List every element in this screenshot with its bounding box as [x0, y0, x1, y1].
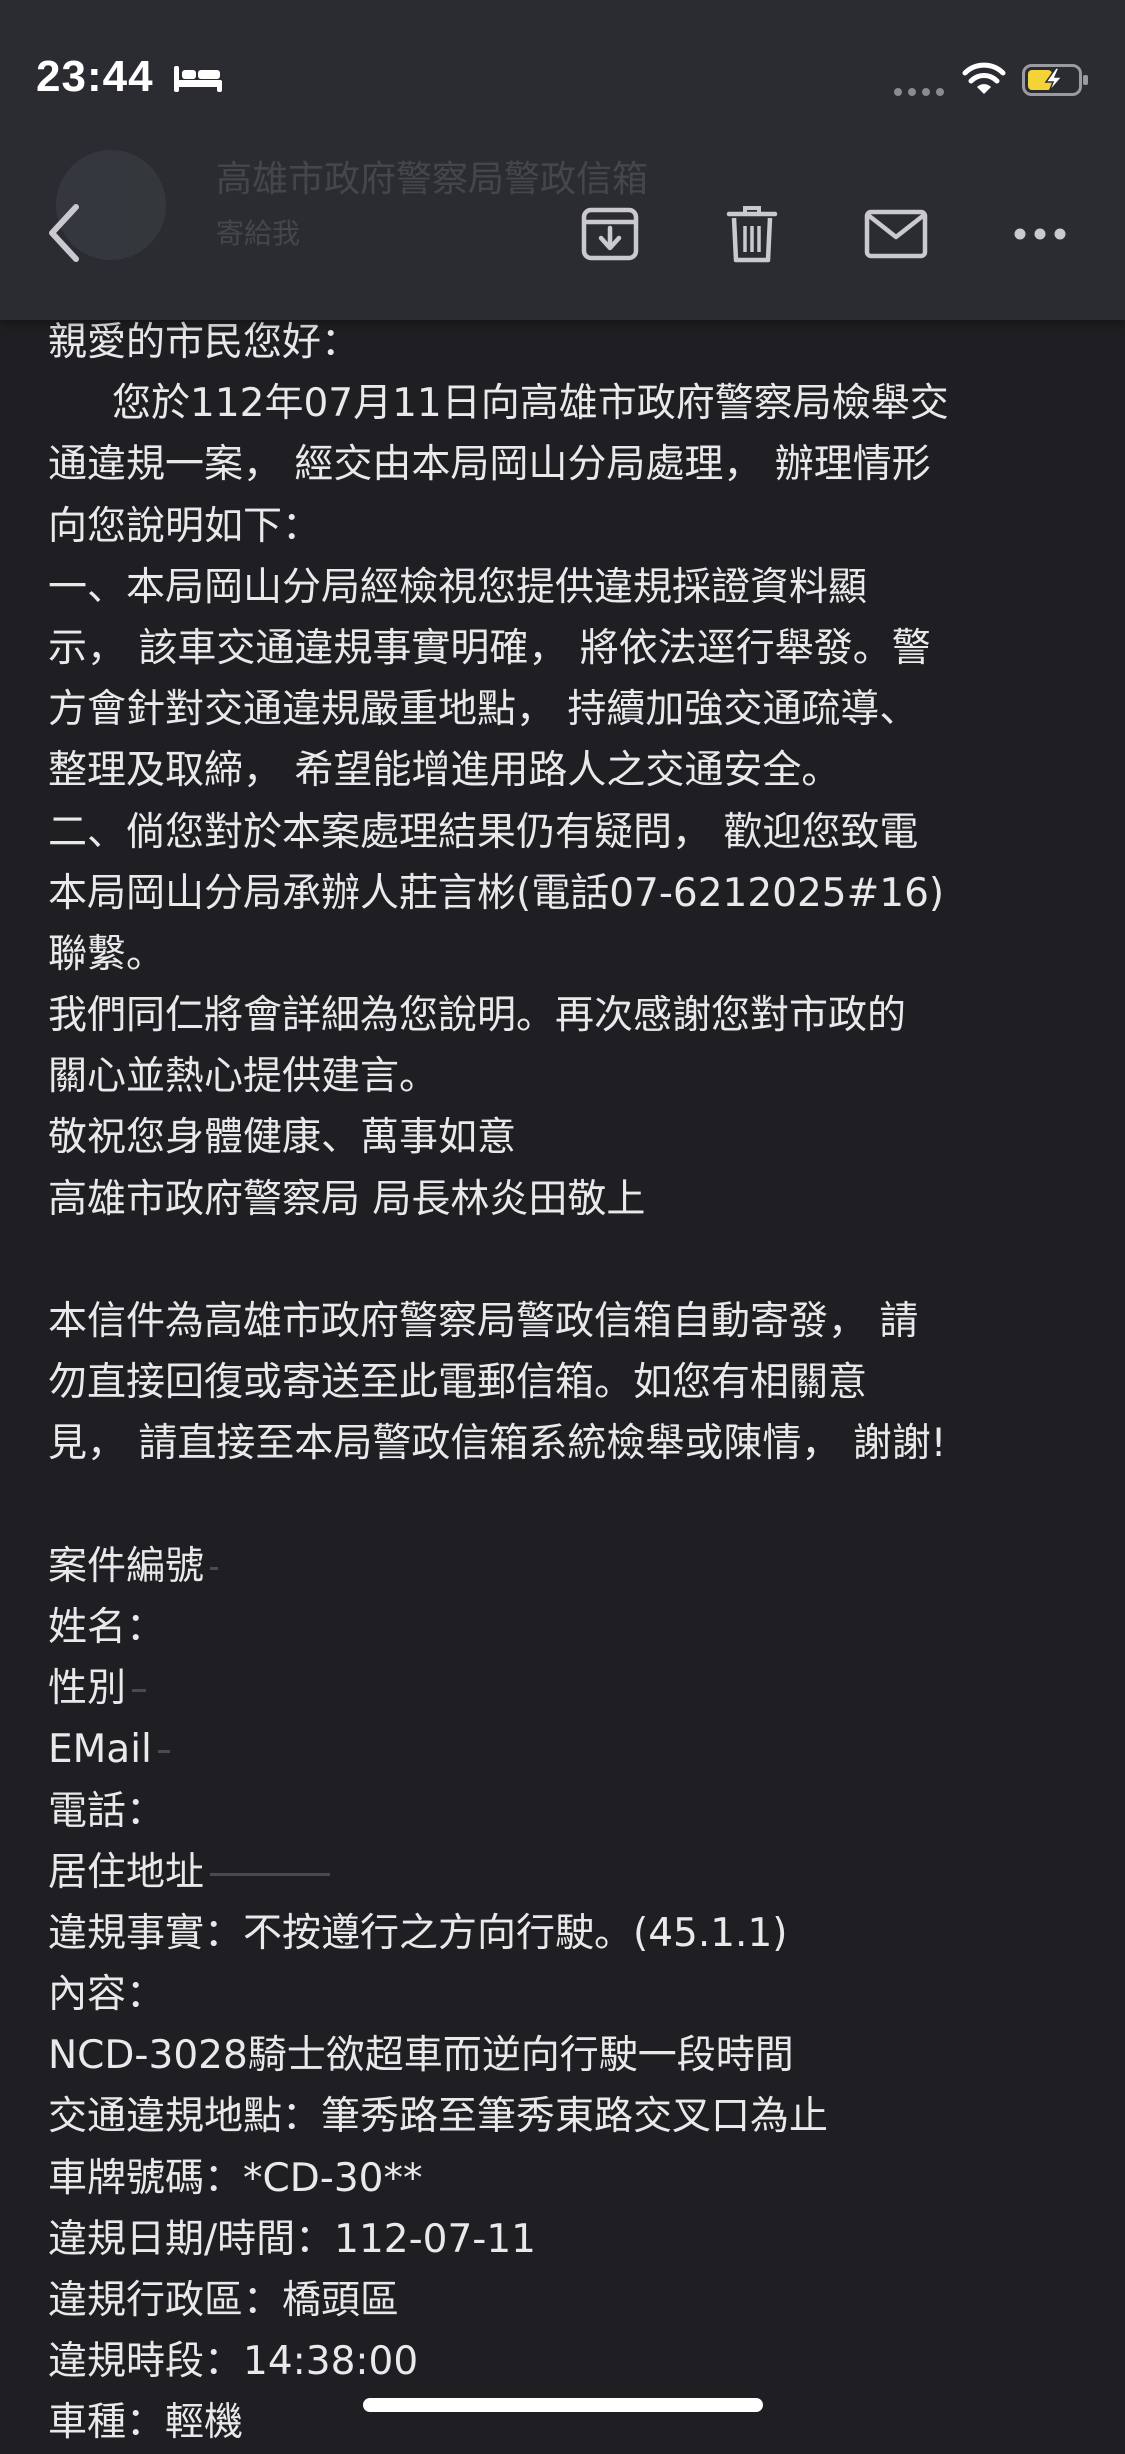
body-line: 整理及取締， 希望能增進用路人之交通安全。 [48, 748, 841, 794]
field-row-address: 居住地址 [48, 1842, 1088, 1903]
field-row-phone: 電話： [48, 1781, 1088, 1842]
sender-name: 高雄市政府警察局警政信箱 [216, 159, 649, 200]
signature: 高雄市政府警察局 局長林炎田敬上 [48, 1176, 646, 1222]
email-body: 親愛的市民您好： 您於112年07月11日向高雄市政府警察局檢舉交 通違規一案，… [48, 312, 1088, 2454]
status-bar: 23:44 [0, 0, 1125, 150]
redacted-value [157, 1750, 170, 1754]
body-line: 您於112年07月11日向高雄市政府警察局檢舉交 [112, 381, 949, 427]
body-line: 方會針對交通違規嚴重地點， 持續加強交通疏導、 [48, 687, 919, 733]
back-button[interactable] [34, 198, 94, 268]
recipient-line: 寄給我 [216, 217, 301, 250]
email-toolbar: 高雄市政府警察局警政信箱 寄給我 [0, 150, 1125, 320]
trash-icon [726, 206, 778, 263]
field-row-email: EMail [48, 1719, 1088, 1780]
redacted-value [132, 1689, 147, 1693]
greeting: 親愛的市民您好： [48, 320, 361, 365]
body-line: 聯繫。 [48, 931, 166, 977]
detail-line: 違規行政區：橋頭區 [48, 2278, 400, 2323]
more-button[interactable] [1008, 202, 1072, 266]
body-line: 關心並熱心提供建言。 [48, 1054, 439, 1100]
archive-icon [581, 207, 639, 261]
redacted-value [210, 1872, 331, 1876]
body-line: 本局岡山分局承辦人莊言彬(電話07-6212025#16) [48, 870, 945, 916]
notice-line: 本信件為高雄市政府警察局警政信箱自動寄發， 請 [48, 1299, 919, 1344]
field-label-phone: 電話： [48, 1788, 166, 1834]
detail-line: 違規日期/時間：112-07-11 [48, 2216, 536, 2262]
detail-line: 內容： [48, 1972, 166, 2018]
field-label-gender: 性別 [48, 1666, 127, 1712]
notice-line: 勿直接回復或寄送至此電郵信箱。如您有相關意 [48, 1360, 868, 1406]
body-line: 我們同仁將會詳細為您說明。再次感謝您對市政的 [48, 993, 907, 1039]
delete-button[interactable] [720, 202, 784, 266]
mail-icon [864, 209, 928, 259]
body-line: 二、倘您對於本案處理結果仍有疑問， 歡迎您致電 [48, 809, 919, 855]
field-label-name: 姓名： [48, 1604, 166, 1650]
field-label-case-number: 案件編號 [48, 1543, 205, 1589]
wifi-icon [962, 62, 1006, 94]
body-line: 示， 該車交通違規事實明確， 將依法逕行舉發。警 [48, 625, 931, 671]
bed-icon [174, 66, 222, 92]
field-row-gender: 性別 [48, 1658, 1088, 1719]
battery-charging-icon [1022, 64, 1088, 96]
field-label-email: EMail [48, 1727, 152, 1773]
detail-line: 違規時段：14:38:00 [48, 2339, 419, 2385]
field-label-address: 居住地址 [48, 1849, 205, 1895]
notice-line: 見， 請直接至本局警政信箱系統檢舉或陳情， 謝謝! [48, 1421, 947, 1467]
more-dots-icon [1014, 228, 1066, 240]
detail-line: NCD-3028騎士欲超車而逆向行駛一段時間 [48, 2033, 794, 2079]
field-row-case-number: 案件編號 [48, 1536, 1088, 1597]
status-time: 23:44 [36, 52, 154, 101]
detail-line: 違規事實：不按遵行之方向行駛。(45.1.1) [48, 1910, 788, 1956]
detail-line: 車牌號碼：*CD-30** [48, 2155, 423, 2201]
signal-icon [894, 88, 944, 96]
back-chevron-icon [49, 204, 79, 262]
field-row-name: 姓名： [48, 1597, 1088, 1658]
body-line: 敬祝您身體健康、萬事如意 [48, 1115, 517, 1161]
body-line: 通違規一案， 經交由本局岡山分局處理， 辦理情形 [48, 442, 931, 488]
body-line: 向您說明如下： [48, 503, 322, 549]
archive-button[interactable] [578, 202, 642, 266]
detail-line: 交通違規地點：筆秀路至筆秀東路交叉口為止 [48, 2094, 829, 2140]
mark-unread-button[interactable] [864, 202, 928, 266]
body-line: 一、本局岡山分局經檢視您提供違規採證資料顯 [48, 564, 868, 610]
home-indicator[interactable] [363, 2398, 763, 2412]
redacted-value [210, 1566, 219, 1570]
